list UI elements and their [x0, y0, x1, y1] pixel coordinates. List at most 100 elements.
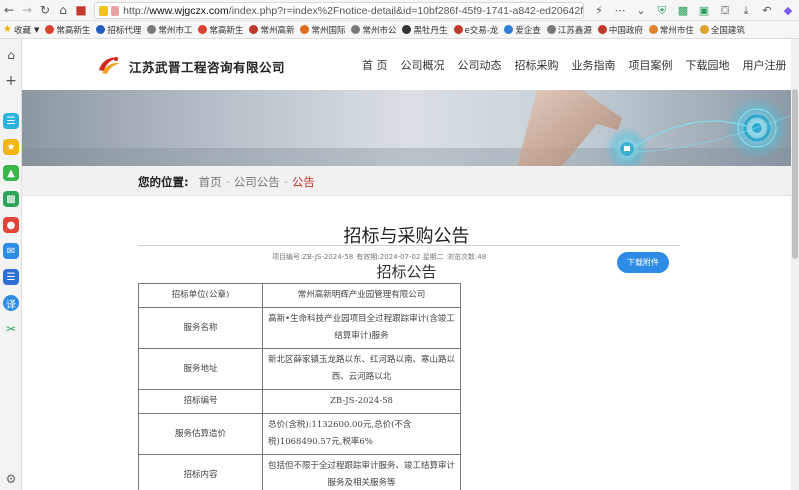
bookmark-label: 全国建筑: [710, 25, 745, 36]
forward-icon[interactable]: →: [18, 0, 36, 21]
shield-icon[interactable]: ⛨: [653, 2, 671, 20]
notice-subtitle: 招标公告: [376, 263, 437, 281]
back-icon[interactable]: ←: [0, 0, 18, 21]
add-icon[interactable]: +: [3, 73, 19, 89]
bookmark-item[interactable]: 中国政府: [597, 24, 643, 36]
nav-item[interactable]: 项目案例: [629, 57, 673, 73]
scrollbar-thumb[interactable]: [792, 89, 798, 259]
bookmark-item[interactable]: 常州市工: [147, 24, 192, 36]
translate-zh-icon[interactable]: 译: [3, 295, 19, 311]
nav-item[interactable]: 招标采购: [515, 57, 559, 73]
bookmark-item[interactable]: 常州市住: [648, 24, 694, 36]
bookmark-favicon-icon: [147, 25, 157, 34]
table-row: 服务地址 新北区薛家镇玉龙路以东、红河路以南、寒山路以西、云河路以北: [138, 348, 461, 390]
undo-icon[interactable]: ↶: [758, 2, 776, 20]
bookmark-item[interactable]: 黑牡丹生: [402, 24, 448, 36]
bookmarks-star-icon[interactable]: ★ 收藏 ▼: [3, 24, 39, 36]
bookmark-favicon-icon: [546, 25, 556, 34]
bookmark-label: 常州市住: [659, 25, 694, 36]
download-icon[interactable]: ⤓: [737, 2, 755, 20]
url-text: http://www.wjgczx.com/index.php?r=index%…: [123, 4, 583, 17]
table-key-cell: 招标编号: [138, 389, 263, 414]
nav-item[interactable]: 首 页: [362, 57, 388, 73]
view-count: 浏览次数:48: [446, 253, 487, 261]
project-number: 项目编号:ZB-JS-2024-58: [272, 253, 354, 261]
bookmark-favicon-icon: [504, 25, 514, 34]
bookmark-favicon-icon: [453, 25, 463, 34]
table-value-cell: 新北区薛家镇玉龙路以东、红河路以南、寒山路以西、云河路以北: [262, 348, 461, 390]
address-bar[interactable]: http://www.wjgczx.com/index.php?r=index%…: [94, 2, 584, 19]
bookmark-favicon-icon: [45, 25, 55, 34]
bookmark-item[interactable]: 全国建筑: [699, 24, 745, 36]
breadcrumb: 您的位置: 首页 - 公司公告 - 公告: [138, 174, 315, 190]
bookmark-label: 江苏鑫源: [557, 25, 592, 36]
settings-icon[interactable]: ⚙: [3, 471, 19, 487]
bookmark-label: 常高新生: [56, 25, 91, 36]
company-logo-icon: [99, 57, 120, 74]
bookmark-favicon-icon: [351, 25, 361, 34]
reload-icon[interactable]: ↻: [36, 0, 54, 21]
record-icon[interactable]: ●: [3, 217, 19, 233]
breadcrumb-bar: 您的位置: 首页 - 公司公告 - 公告: [22, 166, 791, 196]
wallet-icon[interactable]: ■: [72, 0, 90, 21]
bookmark-item[interactable]: 爱企查: [504, 24, 541, 36]
bookmark-favicon-icon: [249, 25, 259, 34]
table-row: 招标单位(公章) 常州高新明辉产业园管理有限公司: [138, 283, 461, 308]
table-value-cell: 高新•生命科技产业园项目全过程跟踪审计(含竣工结算审计)服务: [262, 307, 461, 349]
table-key-cell: 招标单位(公章): [138, 283, 263, 308]
site-header: 江苏武晋工程咨询有限公司 首 页公司概况 公司动态 招标采购 业务指南 项目案例 下载园地…: [22, 39, 791, 90]
bookmark-favicon-icon: [597, 25, 607, 34]
notice-table: 招标单位(公章) 常州高新明辉产业园管理有限公司 服务名称 高新•生命科技产业园项目全…: [138, 283, 461, 490]
translate-icon[interactable]: ☰: [3, 113, 19, 129]
bookmark-label: e交易-龙: [464, 25, 499, 36]
bookmark-item[interactable]: 常州国际: [300, 24, 345, 36]
breadcrumb-separator: -: [225, 174, 230, 188]
home-icon[interactable]: ⌂: [3, 47, 19, 63]
mail-icon[interactable]: ✉: [3, 243, 19, 259]
bookmark-item[interactable]: 招标代理: [96, 24, 141, 36]
bookmark-label: 招标代理: [107, 25, 142, 36]
scissors-icon[interactable]: ✂: [3, 321, 19, 337]
bookmark-item[interactable]: 常高新生: [45, 24, 90, 36]
table-key-cell: 服务地址: [138, 348, 263, 390]
notes-icon[interactable]: ☰: [3, 269, 19, 285]
nav-item[interactable]: 下载园地: [686, 57, 730, 73]
bookmarks-bar: ★ 收藏 ▼ 常高新生 招标代理 常州市工 常高新生 常州高新 常州国际 常州市公 黑牡丹生 e交易…: [0, 21, 799, 39]
puzzle-icon[interactable]: ⛋: [716, 2, 734, 20]
bookmark-item[interactable]: e交易-龙: [453, 24, 499, 36]
bookmark-item[interactable]: 常州高新: [249, 24, 294, 36]
shield-warning-icon: [99, 5, 108, 16]
nav-item[interactable]: 用户注册: [743, 57, 787, 73]
image-icon[interactable]: ▲: [3, 165, 19, 181]
lightning-icon[interactable]: ⚡: [590, 2, 608, 20]
hero-banner: [22, 90, 791, 166]
breadcrumb-separator: -: [283, 174, 288, 188]
nav-item[interactable]: 公司概况: [401, 57, 445, 73]
bookmark-label: 常高新生: [209, 25, 244, 36]
bookmark-favicon-icon: [198, 25, 208, 34]
bookmark-item[interactable]: 常高新生: [198, 24, 243, 36]
valid-date: 有效期:2024-07-02 星期二: [356, 253, 444, 261]
scrollbar[interactable]: [791, 39, 799, 490]
nav-item[interactable]: 公司动态: [458, 57, 502, 73]
home-icon[interactable]: ⌂: [54, 0, 72, 21]
more-icon[interactable]: ⋯: [611, 2, 629, 20]
breadcrumb-home[interactable]: 首页: [199, 174, 222, 190]
bookmark-favicon-icon: [96, 25, 106, 34]
favorites-icon[interactable]: ★: [3, 139, 19, 155]
table-row: 服务名称 高新•生命科技产业园项目全过程跟踪审计(含竣工结算审计)服务: [138, 307, 461, 349]
bookmark-favicon-icon: [402, 25, 412, 34]
chat-icon[interactable]: ▩: [674, 2, 692, 20]
nav-item[interactable]: 业务指南: [572, 57, 616, 73]
chevron-down-icon[interactable]: ⌄: [632, 2, 650, 20]
site-info-icon[interactable]: [110, 5, 120, 16]
bookmark-item[interactable]: 常州市公: [351, 24, 396, 36]
table-key-cell: 招标内容: [138, 454, 263, 490]
bookmark-label: 中国政府: [608, 25, 643, 36]
bookmark-item[interactable]: 江苏鑫源: [546, 24, 592, 36]
breadcrumb-company-notices[interactable]: 公司公告: [234, 174, 280, 190]
table-row: 招标编号 ZB-JS-2024-58: [138, 389, 461, 414]
ai-icon[interactable]: ◆: [779, 2, 797, 20]
gallery-icon[interactable]: ▩: [3, 191, 19, 207]
app-icon[interactable]: ▣: [695, 2, 713, 20]
